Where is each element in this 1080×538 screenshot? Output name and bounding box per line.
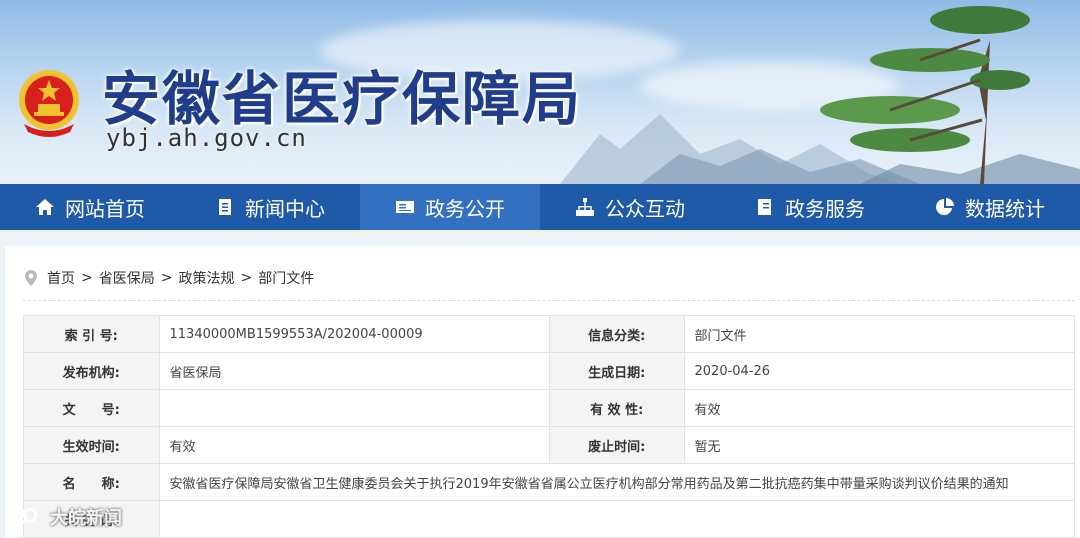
publisher-label: 发布机构: bbox=[23, 352, 160, 390]
repeal-label: 废止时间: bbox=[549, 426, 685, 464]
nav-item-home[interactable]: 网站首页 bbox=[0, 184, 180, 230]
name-label: 名 称: bbox=[23, 463, 160, 501]
breadcrumb-bureau[interactable]: 省医保局 bbox=[99, 268, 155, 288]
site-url: ybj.ah.gov.cn bbox=[106, 124, 307, 152]
validity-value: 有效 bbox=[683, 389, 1075, 427]
nav-item-gov-affairs[interactable]: 政务公开 bbox=[360, 184, 540, 230]
effective-label: 生效时间: bbox=[23, 426, 160, 464]
table-row: 生效时间: 有效 废止时间: 暂无 bbox=[23, 426, 1075, 464]
nav-item-news[interactable]: 新闻中心 bbox=[180, 184, 360, 230]
effective-value: 有效 bbox=[158, 426, 551, 464]
index-value: 11340000MB1599553A/202004-00009 bbox=[158, 315, 551, 353]
home-icon bbox=[36, 199, 54, 215]
watermark-text: 大皖新闻 bbox=[50, 508, 122, 529]
national-emblem-icon bbox=[19, 70, 79, 137]
docno-value bbox=[158, 389, 551, 427]
location-pin-icon bbox=[25, 270, 37, 286]
divider bbox=[23, 300, 1075, 301]
main-nav: 网站首页 新闻中心 政务公开 公众互动 政务服务 数据统计 bbox=[0, 184, 1080, 230]
table-row: 名 称: 安徽省医疗保障局安徽省卫生健康委员会关于执行2019年安徽省省属公立医… bbox=[23, 463, 1076, 501]
repeal-value: 暂无 bbox=[683, 426, 1075, 464]
nav-item-label: 公众互动 bbox=[605, 196, 685, 221]
publisher-value: 省医保局 bbox=[158, 352, 551, 390]
breadcrumb-separator: > bbox=[240, 270, 253, 286]
date-label: 生成日期: bbox=[549, 352, 685, 390]
table-row: 文 号: 有 效 性: 有效 bbox=[23, 389, 1075, 427]
validity-label: 有 效 性: bbox=[549, 389, 685, 427]
pine-tree-decoration bbox=[820, 6, 1030, 184]
breadcrumb-policies[interactable]: 政策法规 bbox=[178, 268, 234, 288]
content-panel: 首页 > 省医保局 > 政策法规 > 部门文件 索 引 号: 11340000M… bbox=[5, 246, 1080, 538]
table-row: 发布机构: 省医保局 生成日期: 2020-04-26 bbox=[23, 352, 1075, 390]
nav-item-label: 政务服务 bbox=[785, 196, 865, 221]
category-label: 信息分类: bbox=[549, 315, 685, 353]
breadcrumb-home[interactable]: 首页 bbox=[47, 268, 75, 288]
watermark: 大皖新闻 bbox=[8, 504, 122, 530]
header-banner: 安徽省医疗保障局 ybj.ah.gov.cn bbox=[0, 0, 1080, 184]
watermark-logo-icon bbox=[8, 507, 38, 527]
breadcrumb-separator: > bbox=[81, 270, 93, 286]
breadcrumb-dept-docs[interactable]: 部门文件 bbox=[258, 268, 314, 288]
table-row: 关 键 词: bbox=[23, 500, 1076, 538]
nav-item-label: 网站首页 bbox=[65, 196, 145, 221]
nav-item-label: 数据统计 bbox=[965, 196, 1045, 221]
breadcrumb-separator: > bbox=[160, 270, 173, 286]
breadcrumb: 首页 > 省医保局 > 政策法规 > 部门文件 bbox=[25, 266, 314, 290]
date-value: 2020-04-26 bbox=[683, 352, 1075, 390]
nav-item-label: 政务公开 bbox=[425, 196, 505, 221]
nav-item-interaction[interactable]: 公众互动 bbox=[540, 184, 720, 230]
docno-label: 文 号: bbox=[23, 389, 160, 427]
pie-chart-icon bbox=[936, 198, 954, 215]
index-label: 索 引 号: bbox=[23, 315, 160, 353]
category-value: 部门文件 bbox=[683, 315, 1075, 353]
book-icon bbox=[758, 199, 771, 215]
nav-item-label: 新闻中心 bbox=[245, 196, 325, 221]
org-chart-icon bbox=[576, 198, 594, 216]
document-info-table: 索 引 号: 11340000MB1599553A/202004-00009 信… bbox=[23, 315, 1076, 538]
id-card-icon bbox=[396, 201, 414, 213]
nav-item-services[interactable]: 政务服务 bbox=[720, 184, 900, 230]
name-value: 安徽省医疗保障局安徽省卫生健康委员会关于执行2019年安徽省省属公立医疗机构部分… bbox=[158, 463, 1076, 501]
document-icon bbox=[219, 199, 231, 215]
keywords-value bbox=[158, 500, 1076, 538]
nav-item-statistics[interactable]: 数据统计 bbox=[900, 184, 1080, 230]
table-row: 索 引 号: 11340000MB1599553A/202004-00009 信… bbox=[23, 315, 1075, 353]
